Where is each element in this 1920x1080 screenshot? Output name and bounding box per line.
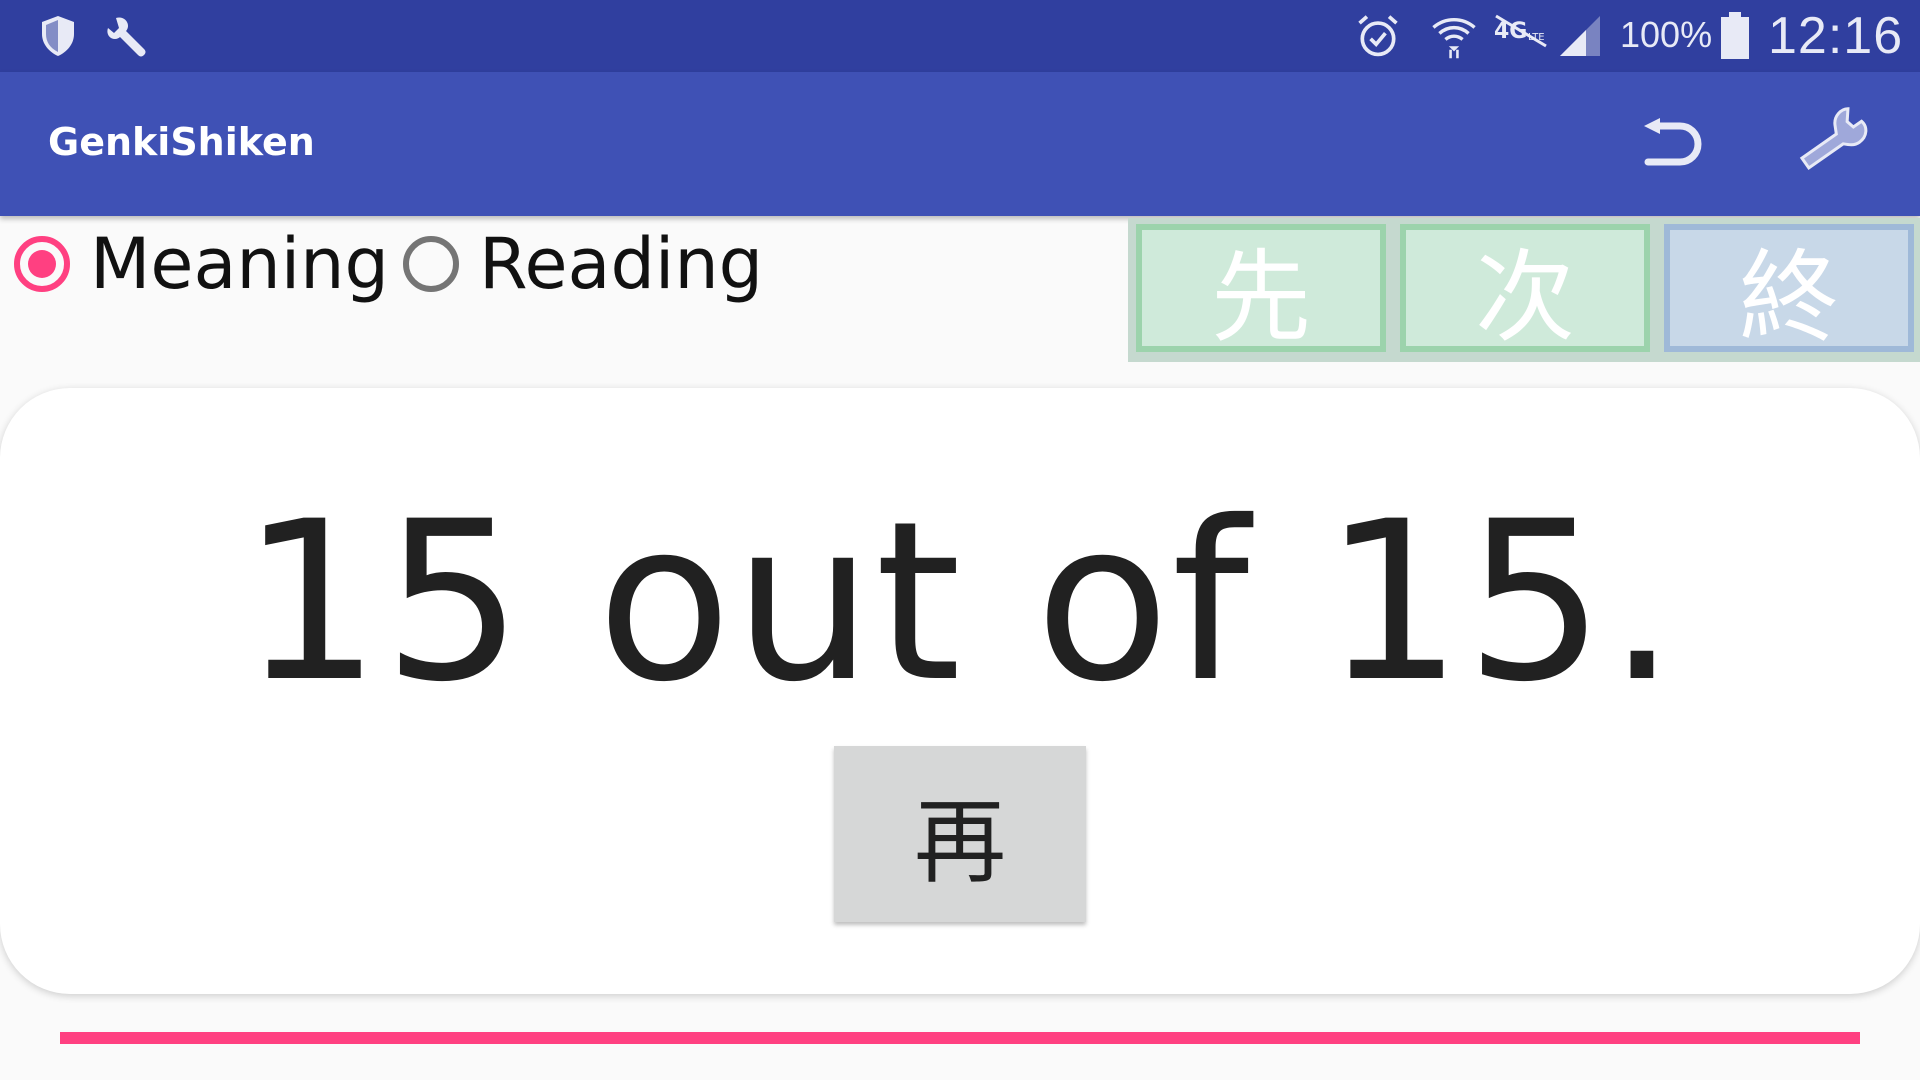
wrench-icon — [107, 17, 146, 57]
alarm-icon — [1358, 15, 1398, 57]
undo-icon — [1644, 118, 1702, 166]
radio-reading[interactable]: Reading — [402, 223, 764, 305]
end-button[interactable]: 終 — [1664, 224, 1914, 356]
radio-meaning-indicator — [14, 236, 70, 292]
status-clock: 12:16 — [1768, 7, 1904, 65]
radio-reading-indicator — [402, 236, 459, 292]
app-bar: GenkiShiken — [0, 72, 1920, 216]
settings-button[interactable] — [1792, 100, 1880, 188]
first-button[interactable]: 先 — [1136, 224, 1386, 356]
result-card: 15 out of 15. 再 — [0, 388, 1920, 994]
kanji-button-bar: 先 次 終 — [1128, 218, 1920, 362]
status-bar: 4G LTE 100% 12:16 — [0, 0, 1920, 72]
signal-icon — [1560, 16, 1600, 56]
battery-icon — [1721, 12, 1749, 59]
undo-button[interactable] — [1626, 100, 1714, 188]
radio-meaning-label: Meaning — [90, 223, 389, 305]
wifi-icon — [1432, 18, 1476, 59]
retry-button[interactable]: 再 — [834, 746, 1086, 922]
battery-percent: 100% — [1620, 14, 1713, 55]
radio-meaning[interactable]: Meaning — [14, 223, 389, 305]
radio-meaning-dot — [28, 250, 56, 278]
mode-radio-group: Meaning Reading — [14, 223, 777, 305]
lte-icon: 4G LTE — [1494, 14, 1547, 48]
score-text: 15 out of 15. — [241, 474, 1679, 730]
app-title: GenkiShiken — [48, 120, 315, 164]
progress-bar — [60, 1032, 1860, 1044]
progress-fill — [60, 1032, 1860, 1044]
wrench-icon — [1799, 107, 1868, 171]
shield-icon — [42, 16, 74, 56]
radio-reading-label: Reading — [478, 223, 764, 305]
next-button[interactable]: 次 — [1400, 224, 1650, 356]
